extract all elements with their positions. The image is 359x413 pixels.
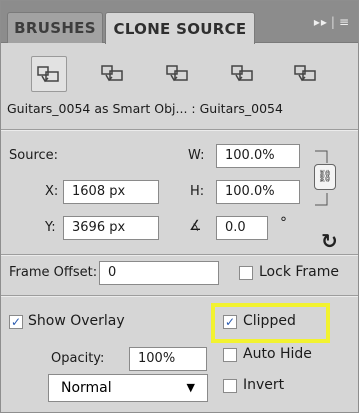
frame-offset-field[interactable]: 0: [99, 261, 219, 285]
lock-frame-checkbox[interactable]: [239, 266, 253, 280]
angle-icon: ∡: [189, 218, 202, 234]
frame-offset-label: Frame Offset:: [9, 265, 98, 280]
invert-label: Invert: [243, 377, 285, 393]
x-offset-field[interactable]: 1608 px: [63, 180, 159, 204]
blend-mode-select[interactable]: Normal ▼: [48, 374, 208, 402]
panel-menu[interactable]: ▸▸ | ≡: [314, 15, 350, 29]
lock-frame-label: Lock Frame: [259, 264, 339, 280]
opacity-field[interactable]: 100%: [129, 347, 207, 371]
blend-mode-value: Normal: [61, 380, 112, 396]
x-label: X:: [45, 184, 59, 199]
show-overlay-label: Show Overlay: [28, 313, 125, 329]
divider: [1, 295, 358, 297]
w-label: W:: [188, 148, 205, 163]
source-label: Source:: [9, 148, 59, 163]
clone-source-5-icon[interactable]: [289, 56, 323, 90]
width-scale-field[interactable]: 100.0%: [216, 144, 300, 168]
auto-hide-label: Auto Hide: [243, 346, 312, 362]
menu-icon[interactable]: ≡: [339, 15, 350, 29]
reset-transform-icon[interactable]: ↻: [321, 229, 338, 253]
clone-source-panel: BRUSHES CLONE SOURCE ▸▸ | ≡ Guitars_0054 a…: [0, 0, 359, 413]
divider: [1, 254, 358, 256]
invert-checkbox[interactable]: [223, 379, 237, 393]
clone-source-3-icon[interactable]: [161, 56, 195, 90]
divider: [1, 129, 358, 131]
clone-source-1-icon[interactable]: [31, 56, 67, 92]
clone-source-name: Guitars_0054 as Smart Obj... : Guitars_0…: [7, 101, 283, 116]
chevron-down-icon: ▼: [186, 381, 195, 394]
panel-tab-bar: BRUSHES CLONE SOURCE ▸▸ | ≡: [1, 1, 358, 44]
clone-source-2-icon[interactable]: [96, 56, 130, 90]
tab-clone-source[interactable]: CLONE SOURCE: [105, 12, 255, 44]
opacity-label: Opacity:: [51, 351, 105, 366]
y-label: Y:: [45, 220, 56, 235]
tab-brushes[interactable]: BRUSHES: [7, 12, 103, 43]
h-label: H:: [190, 184, 205, 199]
clipped-checkbox[interactable]: ✓: [223, 315, 237, 329]
collapse-icon[interactable]: ▸▸: [314, 15, 328, 29]
y-offset-field[interactable]: 3696 px: [63, 216, 159, 240]
flyout-separator: |: [330, 15, 336, 29]
clone-source-buttons: [31, 56, 331, 92]
clipped-label: Clipped: [243, 313, 296, 329]
rotation-field[interactable]: 0.0: [216, 216, 268, 240]
clone-source-4-icon[interactable]: [226, 56, 260, 90]
degree-symbol: °: [280, 215, 287, 231]
auto-hide-checkbox[interactable]: [223, 348, 237, 362]
maintain-aspect-ratio-icon[interactable]: ⛓: [314, 164, 336, 190]
height-scale-field[interactable]: 100.0%: [216, 180, 300, 204]
show-overlay-checkbox[interactable]: ✓: [9, 315, 23, 329]
